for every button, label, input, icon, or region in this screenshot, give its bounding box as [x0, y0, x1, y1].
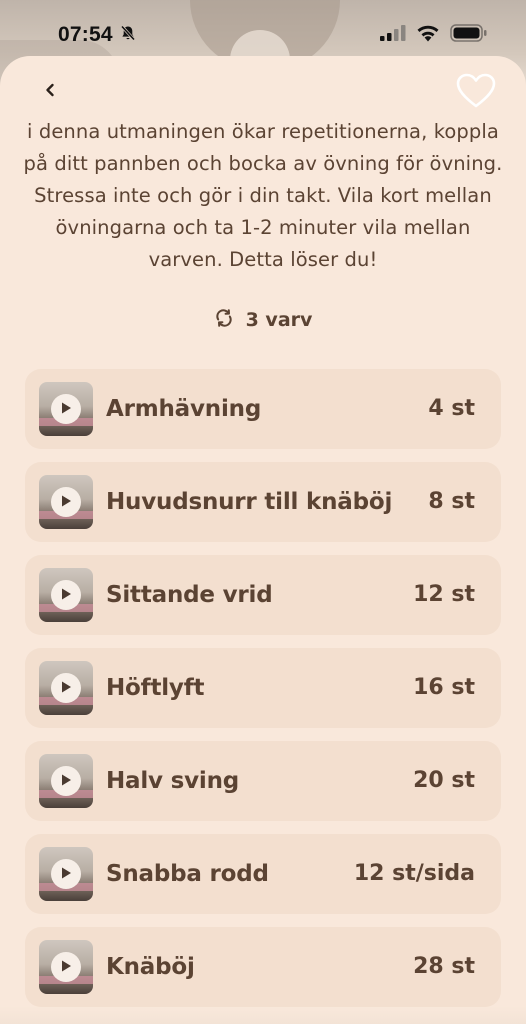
- play-icon: [59, 958, 73, 977]
- heart-outline-icon: [456, 73, 496, 113]
- exercise-thumbnail[interactable]: [39, 847, 93, 901]
- exercise-row-sittande-vrid[interactable]: Sittande vrid 12 st: [25, 555, 501, 635]
- exercise-name: Halv sving: [106, 768, 240, 794]
- exercise-row-halv-sving[interactable]: Halv sving 20 st: [25, 741, 501, 821]
- bottom-fade: [0, 1006, 526, 1024]
- exercise-thumbnail[interactable]: [39, 382, 93, 436]
- play-icon: [59, 586, 73, 605]
- exercise-reps: 12 st: [413, 582, 475, 607]
- play-icon: [59, 772, 73, 791]
- rounds-info: 3 varv: [0, 304, 526, 336]
- play-icon: [59, 865, 73, 884]
- back-button[interactable]: [38, 80, 62, 104]
- play-icon: [59, 679, 73, 698]
- battery-icon: [450, 24, 488, 46]
- play-icon: [59, 493, 73, 512]
- cellular-signal-icon: [380, 25, 406, 45]
- repeat-icon: [214, 308, 234, 332]
- workout-description: i denna utmaningen ökar repetitionerna, …: [23, 120, 503, 271]
- play-icon: [59, 400, 73, 419]
- exercise-row-snabba-rodd[interactable]: Snabba rodd 12 st/sida: [25, 834, 501, 914]
- exercise-thumbnail[interactable]: [39, 940, 93, 994]
- favorite-button[interactable]: [456, 73, 496, 113]
- exercise-thumbnail[interactable]: [39, 475, 93, 529]
- exercise-reps: 16 st: [413, 675, 475, 700]
- exercise-reps: 28 st: [413, 954, 475, 979]
- exercise-row-knaboj[interactable]: Knäböj 28 st: [25, 927, 501, 1007]
- status-time: 07:54: [58, 23, 113, 46]
- exercise-reps: 4 st: [428, 396, 475, 421]
- exercise-thumbnail[interactable]: [39, 754, 93, 808]
- exercise-name: Sittande vrid: [106, 582, 273, 608]
- wifi-icon: [416, 24, 440, 46]
- exercise-row-hoftlyft[interactable]: Höftlyft 16 st: [25, 648, 501, 728]
- exercise-name: Armhävning: [106, 396, 262, 422]
- exercise-reps: 12 st/sida: [353, 861, 475, 886]
- exercise-name: Snabba rodd: [106, 861, 269, 887]
- exercise-name: Höftlyft: [106, 675, 205, 701]
- exercise-reps: 20 st: [413, 768, 475, 793]
- exercise-thumbnail[interactable]: [39, 568, 93, 622]
- rounds-label: 3 varv: [245, 309, 313, 331]
- status-bar: 07:54: [0, 0, 526, 64]
- exercise-reps: 8 st: [428, 489, 475, 514]
- exercise-name: Knäböj: [106, 954, 195, 980]
- chevron-left-icon: [43, 81, 57, 103]
- exercise-row-armhavning[interactable]: Armhävning 4 st: [25, 369, 501, 449]
- bell-slash-icon: [119, 24, 137, 46]
- exercise-row-huvudsnurr[interactable]: Huvudsnurr till knäböj 8 st: [25, 462, 501, 542]
- exercise-name: Huvudsnurr till knäböj: [106, 489, 393, 515]
- exercise-thumbnail[interactable]: [39, 661, 93, 715]
